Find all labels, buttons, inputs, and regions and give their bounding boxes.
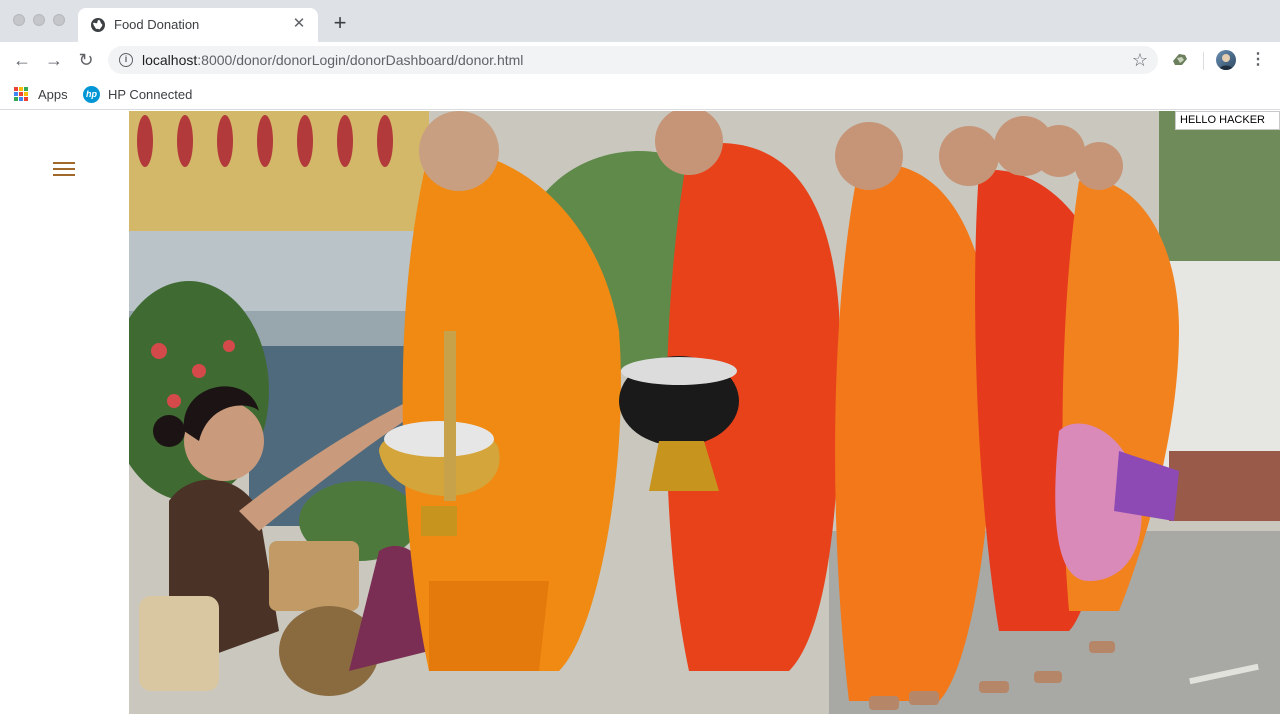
reload-icon[interactable]: ↻ <box>74 48 98 72</box>
toolbar-separator <box>1203 52 1204 70</box>
apps-grid-icon <box>14 87 28 101</box>
alms-giving-photo <box>129 111 1280 714</box>
url-host: localhost <box>142 52 198 68</box>
hp-logo-icon: hp <box>83 85 100 103</box>
tab-food-donation[interactable]: Food Donation ✕ <box>78 8 318 42</box>
address-bar[interactable]: i localhost:8000/donor/donorLogin/donorD… <box>108 46 1158 74</box>
info-icon[interactable]: i <box>119 53 133 67</box>
bookmark-apps-label: Apps <box>38 86 68 102</box>
forward-arrow-icon[interactable]: → <box>42 48 66 72</box>
hero-image: HELLO HACKER <box>129 111 1280 714</box>
new-tab-icon[interactable]: + <box>328 12 352 36</box>
bookmark-hp-connected[interactable]: hp HP Connected <box>83 84 192 104</box>
more-menu-icon[interactable]: ⋮ <box>1250 48 1266 72</box>
maximize-window-button[interactable] <box>53 14 65 26</box>
bookmarks-bar: Apps hp HP Connected <box>0 78 1280 110</box>
globe-icon <box>91 18 105 32</box>
url-path: :8000/donor/donorLogin/donorDashboard/do… <box>197 52 524 68</box>
bookmark-star-icon[interactable]: ☆ <box>1132 49 1148 71</box>
greeting-label: HELLO HACKER <box>1175 111 1280 130</box>
profile-avatar[interactable] <box>1216 50 1236 70</box>
close-window-button[interactable] <box>13 14 25 26</box>
bookmark-apps[interactable]: Apps <box>14 84 68 104</box>
tab-title: Food Donation <box>114 17 200 32</box>
bookmark-hp-connected-label: HP Connected <box>108 86 193 102</box>
donor-dashboard-page: HELLO HACKER <box>0 111 1280 714</box>
tab-close-icon[interactable]: ✕ <box>290 15 308 33</box>
extension-icon[interactable] <box>1170 49 1190 69</box>
hamburger-menu-icon[interactable] <box>53 162 75 178</box>
back-arrow-icon[interactable]: ← <box>10 48 34 72</box>
browser-toolbar: ← → ↻ i localhost:8000/donor/donorLogin/… <box>0 42 1280 78</box>
minimize-window-button[interactable] <box>33 14 45 26</box>
browser-chrome: Food Donation ✕ + ← → ↻ i localhost:8000… <box>0 0 1280 111</box>
url-text[interactable]: localhost:8000/donor/donorLogin/donorDas… <box>142 52 523 68</box>
sidebar <box>0 111 129 714</box>
tab-strip: Food Donation ✕ + <box>0 0 1280 42</box>
profile-photo-icon <box>1219 54 1233 70</box>
